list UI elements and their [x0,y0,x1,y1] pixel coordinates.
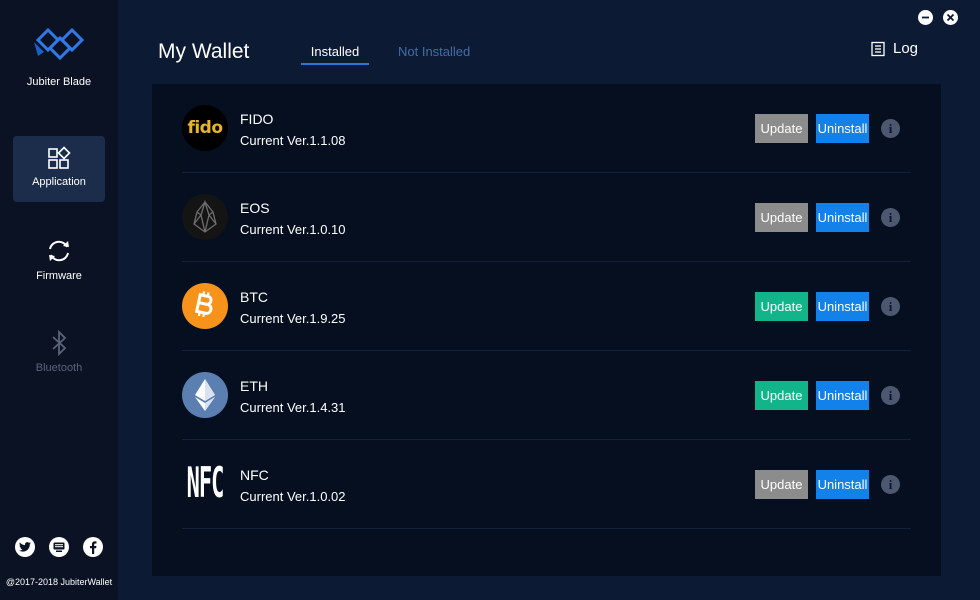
eos-logo-icon [182,194,228,240]
update-button[interactable]: Update [755,470,808,499]
uninstall-button[interactable]: Uninstall [816,114,869,143]
sidebar-item-label: Application [32,176,86,188]
app-row-eth: ETH Current Ver.1.4.31 Update Uninstall … [182,351,911,440]
brand: Jubiter Blade [0,22,118,88]
log-label: Log [893,40,919,57]
refresh-icon [49,240,69,262]
update-button[interactable]: Update [755,292,808,321]
uninstall-button[interactable]: Uninstall [816,203,869,232]
app-name: EOS [240,200,270,216]
log-button[interactable]: Log [870,40,918,57]
info-icon[interactable]: i [881,297,900,316]
app-name: ETH [240,378,268,394]
sidebar-item-label: Firmware [36,270,82,282]
uninstall-button[interactable]: Uninstall [816,292,869,321]
info-icon[interactable]: i [881,386,900,405]
app-version: Current Ver.1.4.31 [240,400,346,415]
sidebar-item-bluetooth[interactable]: Bluetooth [13,320,105,386]
app-name: BTC [240,289,268,305]
close-icon [946,13,955,22]
twitter-icon[interactable] [15,537,35,557]
app-row-fido: fido FIDO Current Ver.1.1.08 Update Unin… [182,84,911,173]
minimize-icon [922,16,929,19]
app-list-panel: fido FIDO Current Ver.1.1.08 Update Unin… [152,84,941,576]
app-row-btc: BTC Current Ver.1.9.25 Update Uninstall … [182,262,911,351]
sidebar-item-label: Bluetooth [35,362,83,374]
tab-not-installed[interactable]: Not Installed [398,44,470,59]
update-button[interactable]: Update [755,114,808,143]
minimize-button[interactable] [918,10,933,25]
tab-installed[interactable]: Installed [301,44,369,65]
eth-logo-icon [182,372,228,418]
info-icon[interactable]: i [881,208,900,227]
app-version: Current Ver.1.0.10 [240,222,346,237]
sidebar-item-application[interactable]: Application [13,136,105,202]
sidebar: Jubiter Blade Application Firmware Bluet… [0,0,118,600]
facebook-icon[interactable] [83,537,103,557]
nfc-logo-icon: NFC [186,461,225,507]
app-name: FIDO [240,111,274,127]
app-version: Current Ver.1.9.25 [240,311,346,326]
bluetooth-icon [52,330,67,356]
app-row-eos: EOS Current Ver.1.0.10 Update Uninstall … [182,173,911,262]
chat-icon[interactable] [49,537,69,557]
uninstall-button[interactable]: Uninstall [816,470,869,499]
page-title: My Wallet [158,40,250,63]
fido-logo-icon: fido [182,105,228,151]
social-links [0,537,118,557]
uninstall-button[interactable]: Uninstall [816,381,869,410]
sidebar-item-firmware[interactable]: Firmware [13,228,105,294]
jubiter-logo-icon [34,27,85,61]
btc-logo-icon [182,283,228,329]
copyright: @2017-2018 JubiterWallet [5,577,113,587]
brand-name: Jubiter Blade [26,76,92,88]
close-button[interactable] [943,10,958,25]
info-icon[interactable]: i [881,475,900,494]
app-version: Current Ver.1.1.08 [240,133,346,148]
application-icon [48,146,71,169]
app-version: Current Ver.1.0.02 [240,489,346,504]
app-name: NFC [240,467,269,483]
info-icon[interactable]: i [881,119,900,138]
update-button[interactable]: Update [755,381,808,410]
app-row-nfc: NFC NFC Current Ver.1.0.02 Update Uninst… [182,440,911,529]
log-icon [871,41,885,56]
update-button[interactable]: Update [755,203,808,232]
